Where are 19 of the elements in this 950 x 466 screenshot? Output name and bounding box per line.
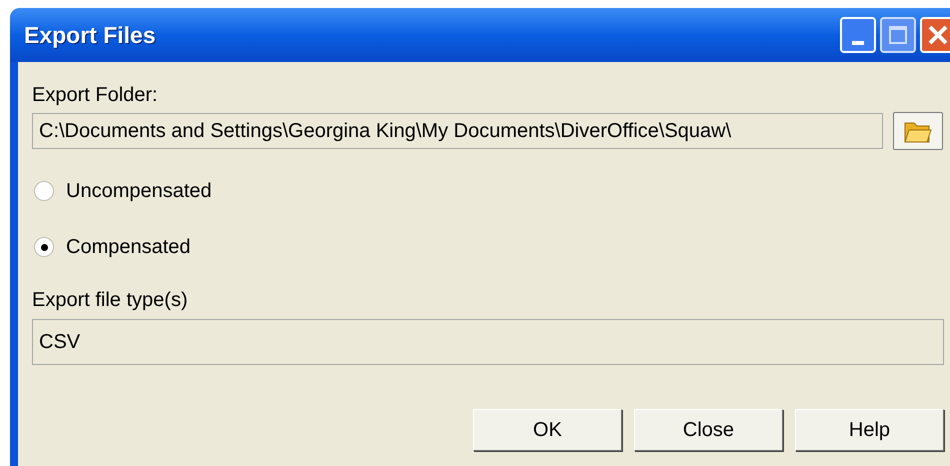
close-icon: [927, 24, 949, 46]
field-label: Export Folder:: [32, 83, 159, 108]
radio-button[interactable]: [34, 237, 54, 257]
window-title: Export Files: [24, 20, 156, 50]
close-window-button[interactable]: [920, 17, 950, 53]
maximize-button[interactable]: [880, 17, 916, 53]
dialog-button[interactable]: Close: [634, 409, 783, 451]
minimize-button[interactable]: [840, 17, 876, 53]
dialog-button[interactable]: OK: [473, 409, 622, 451]
minimize-icon: [852, 41, 864, 45]
folder-path-field[interactable]: C:\Documents and Settings\Georgina King\My Documents\DiverOffice\Squaw\: [32, 113, 883, 149]
maximize-icon: [889, 26, 907, 44]
radio-button[interactable]: [34, 181, 54, 201]
file-type-field[interactable]: CSV: [32, 319, 944, 365]
field-label: Export file type(s): [32, 288, 189, 313]
radio-label: Compensated: [66, 235, 191, 260]
radio-label: Uncompensated: [66, 179, 212, 204]
dialog-button[interactable]: Help: [795, 409, 944, 451]
browse-button[interactable]: [893, 112, 943, 150]
